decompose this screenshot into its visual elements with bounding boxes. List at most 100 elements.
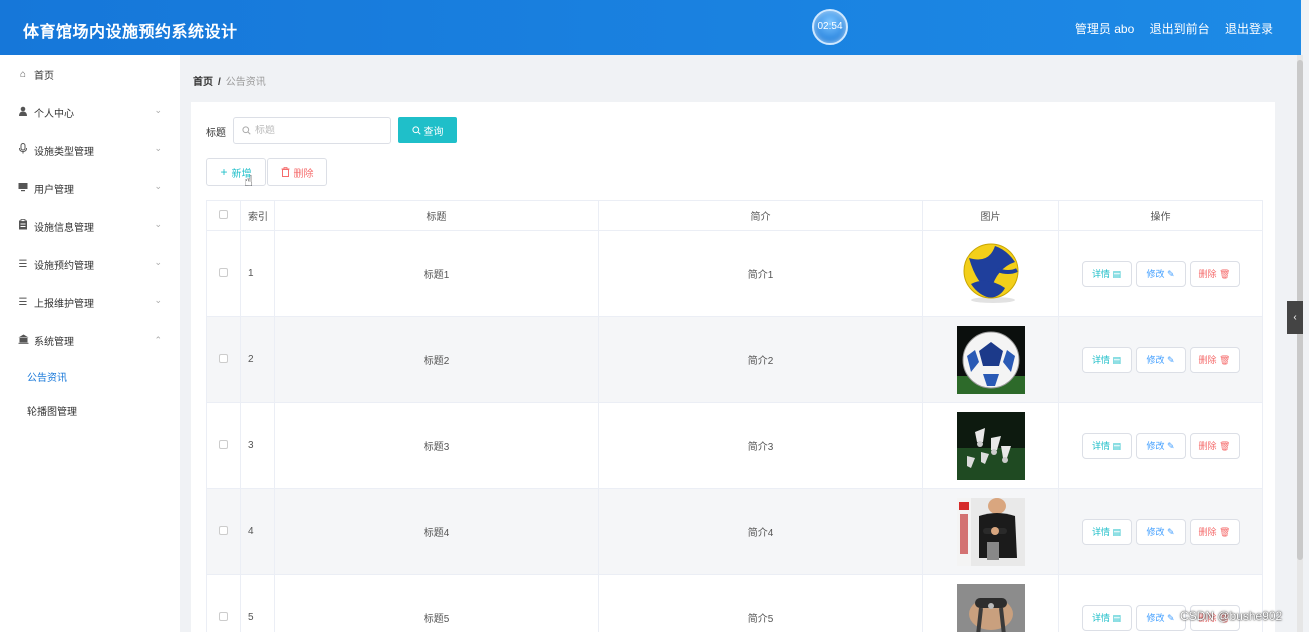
sidebar-item-facility-info[interactable]: 设施信息管理 ⌄	[0, 207, 180, 245]
breadcrumb-home[interactable]: 首页	[193, 77, 213, 88]
row-image-cell	[922, 230, 1059, 317]
row-checkbox[interactable]	[219, 267, 228, 277]
sidebar-item-label: 系统管理	[34, 336, 74, 348]
detail-button[interactable]: 详情 ▤	[1081, 518, 1132, 545]
query-button[interactable]: 查询	[398, 117, 457, 143]
clipboard-icon	[17, 219, 29, 233]
watermark: CSDN @bushe902	[1180, 609, 1283, 623]
main-content: 标题 查询 + 新增 删除 ☝ 索引 标题 简介 图片 操作	[191, 102, 1275, 632]
delete-button[interactable]: 删除 🗑	[1189, 260, 1240, 287]
row-image-cell	[922, 574, 1059, 632]
document-icon: ▤	[1112, 440, 1122, 451]
document-icon: ▤	[1112, 526, 1122, 537]
row-intro: 简介3	[598, 402, 923, 489]
column-header-ops: 操作	[1058, 200, 1263, 231]
fitness-person-image	[956, 497, 1025, 566]
top-bar: 体育馆场内设施预约系统设计 02:54 管理员 abo 退出到前台 退出登录	[0, 0, 1301, 55]
back-to-front-link[interactable]: 退出到前台	[1150, 22, 1210, 36]
detail-button[interactable]: 详情 ▤	[1081, 432, 1132, 459]
table-header-row: 索引 标题 简介 图片 操作	[206, 200, 1263, 231]
row-image-cell	[922, 488, 1059, 575]
row-title: 标题4	[274, 488, 599, 575]
monitor-icon	[17, 182, 29, 195]
detail-button[interactable]: 详情 ▤	[1081, 604, 1132, 631]
breadcrumb-current: 公告资讯	[225, 77, 266, 88]
edit-button[interactable]: 修改 ✎	[1135, 346, 1186, 373]
collapse-panel-tab[interactable]: ‹	[1287, 301, 1303, 334]
delete-button[interactable]: 删除 🗑	[1189, 432, 1240, 459]
logout-link[interactable]: 退出登录	[1225, 22, 1273, 36]
hand-gripper-image	[956, 583, 1025, 632]
sidebar: ⌂ 首页 个人中心 ⌄ 设施类型管理 ⌄ 用户管理 ⌄ 设施信息管理 ⌄ ☰ 设…	[0, 55, 180, 632]
row-index: 5	[240, 574, 275, 632]
row-title: 标题1	[274, 230, 599, 317]
delete-button[interactable]: 删除 🗑	[1189, 518, 1240, 545]
sidebar-item-maintenance-report[interactable]: ☰ 上报维护管理 ⌄	[0, 283, 180, 321]
batch-delete-button-label: 删除	[293, 168, 314, 180]
search-icon	[411, 125, 421, 135]
add-button[interactable]: + 新增	[206, 158, 266, 186]
row-intro: 简介1	[598, 230, 923, 317]
document-icon: ▤	[1112, 354, 1122, 365]
sidebar-subitem-carousel[interactable]: 轮播图管理	[0, 393, 180, 427]
search-input[interactable]	[255, 125, 375, 136]
announcement-table: 索引 标题 简介 图片 操作 1 标题1 简介1 详情 ▤ 修改 ✎ 删除 🗑 …	[206, 200, 1263, 632]
select-all-checkbox[interactable]	[219, 209, 228, 219]
sidebar-item-user-management[interactable]: 用户管理 ⌄	[0, 169, 180, 207]
row-checkbox-cell	[206, 230, 241, 317]
delete-button-label: 删除	[1198, 268, 1217, 279]
sidebar-item-label: 设施类型管理	[34, 146, 94, 158]
edit-button[interactable]: 修改 ✎	[1135, 432, 1186, 459]
row-checkbox-cell	[206, 402, 241, 489]
row-checkbox[interactable]	[219, 525, 228, 535]
edit-button-label: 修改	[1146, 440, 1165, 451]
list-icon: ☰	[18, 258, 28, 270]
pencil-icon: ✎	[1166, 526, 1175, 537]
search-field[interactable]	[233, 117, 391, 144]
plus-icon: +	[220, 165, 228, 179]
select-all-cell[interactable]	[206, 200, 241, 231]
row-checkbox-cell	[206, 574, 241, 632]
row-checkbox-cell	[206, 488, 241, 575]
sidebar-item-facility-booking[interactable]: ☰ 设施预约管理 ⌄	[0, 245, 180, 283]
batch-delete-button[interactable]: 删除	[267, 158, 327, 186]
detail-button[interactable]: 详情 ▤	[1081, 346, 1132, 373]
sidebar-item-system-management[interactable]: 系统管理 ⌃	[0, 321, 180, 359]
row-checkbox[interactable]	[219, 611, 228, 621]
delete-button[interactable]: 删除 🗑	[1189, 346, 1240, 373]
trash-icon: 🗑	[1219, 268, 1231, 279]
row-checkbox[interactable]	[219, 439, 228, 449]
row-checkbox[interactable]	[219, 353, 228, 363]
column-header-index: 索引	[240, 200, 275, 231]
sidebar-item-home[interactable]: ⌂ 首页	[0, 55, 180, 93]
chevron-down-icon: ⌄	[154, 143, 162, 153]
trash-icon	[281, 167, 289, 177]
sidebar-subitem-announcements[interactable]: 公告资讯	[0, 359, 180, 393]
edit-button[interactable]: 修改 ✎	[1135, 260, 1186, 287]
chevron-left-icon: ‹	[1293, 312, 1297, 323]
detail-button-label: 详情	[1091, 612, 1110, 623]
row-index: 1	[240, 230, 275, 317]
breadcrumb: 首页 / 公告资讯	[193, 73, 266, 88]
pencil-icon: ✎	[1166, 612, 1175, 623]
sidebar-item-facility-type[interactable]: 设施类型管理 ⌄	[0, 131, 180, 169]
user-icon	[17, 106, 29, 119]
row-intro: 简介5	[598, 574, 923, 632]
row-ops-cell: 详情 ▤ 修改 ✎ 删除 🗑	[1058, 230, 1263, 317]
table-row: 3 标题3 简介3 详情 ▤ 修改 ✎ 删除 🗑	[206, 402, 1263, 489]
detail-button[interactable]: 详情 ▤	[1081, 260, 1132, 287]
sidebar-item-personal-center[interactable]: 个人中心 ⌄	[0, 93, 180, 131]
bank-icon	[17, 334, 29, 347]
shuttlecocks-image	[956, 411, 1025, 480]
sidebar-item-label: 用户管理	[34, 184, 74, 196]
edit-button[interactable]: 修改 ✎	[1135, 518, 1186, 545]
table-row: 4 标题4 简介4 详情 ▤ 修改 ✎ 删除 🗑	[206, 488, 1263, 575]
chevron-down-icon: ⌄	[154, 295, 162, 305]
detail-button-label: 详情	[1091, 526, 1110, 537]
edit-button[interactable]: 修改 ✎	[1135, 604, 1186, 631]
trash-icon: 🗑	[1219, 440, 1231, 451]
pencil-icon: ✎	[1166, 440, 1175, 451]
volleyball-image	[956, 239, 1025, 308]
row-intro: 简介2	[598, 316, 923, 403]
trash-icon: 🗑	[1219, 354, 1231, 365]
